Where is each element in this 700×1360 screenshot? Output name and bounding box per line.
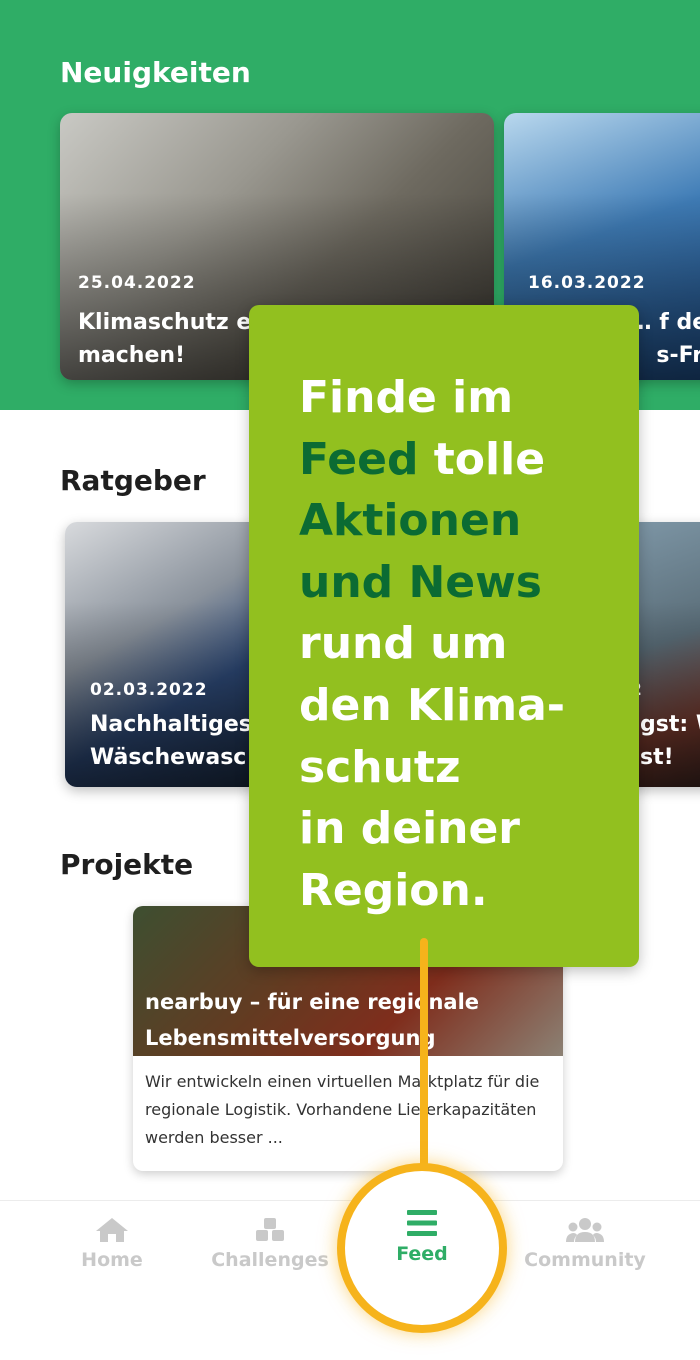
guide-headline: Nachhaltiges Wäschewasc (90, 708, 265, 774)
guide-card[interactable]: 02.03.2022 Nachhaltiges Wäschewasc (65, 522, 265, 787)
menu-icon (407, 1210, 437, 1236)
tooltip-line: in deiner (299, 803, 521, 855)
guide-section-title: Ratgeber (60, 464, 206, 497)
home-icon (96, 1218, 128, 1242)
tooltip-line: Finde im (299, 372, 514, 423)
tooltip-connector (420, 938, 428, 1178)
tooltip-highlight: Feed (299, 433, 419, 485)
nav-home[interactable]: Home (62, 1217, 162, 1271)
guide-headline-line: Wäschewasc (90, 745, 247, 770)
news-date: 16.03.2022 (528, 273, 646, 293)
cubes-icon (256, 1218, 284, 1241)
project-description: Wir entwickeln einen virtuellen Marktpla… (145, 1072, 540, 1147)
tooltip-highlight-line: und News (299, 556, 542, 608)
nav-feed-highlight[interactable]: Feed (337, 1163, 507, 1333)
tooltip-line: Region. (299, 864, 488, 916)
nav-challenges-label: Challenges (211, 1249, 329, 1271)
tooltip-text-part: tolle (418, 433, 546, 485)
news-date: 25.04.2022 (78, 273, 196, 293)
nav-community[interactable]: Community (515, 1217, 655, 1271)
tooltip-line: Feed tolle (299, 429, 619, 491)
tooltip-line: den Klima- (299, 679, 566, 731)
projects-section-title: Projekte (60, 848, 194, 881)
nav-feed-label: Feed (396, 1243, 448, 1265)
guide-headline: gst: W st! (640, 708, 700, 774)
nav-challenges[interactable]: Challenges (205, 1217, 335, 1271)
onboarding-tooltip: Finde im Feed tolle Aktionen und News ru… (249, 305, 639, 967)
tooltip-message: Finde im Feed tolle Aktionen und News ru… (299, 367, 619, 921)
users-icon (566, 1218, 604, 1242)
project-title: nearbuy – für eine regionale Lebensmitte… (145, 990, 480, 1050)
news-section-title: Neuigkeiten (60, 56, 251, 89)
tooltip-line: schutz (299, 741, 461, 793)
nav-community-label: Community (524, 1249, 646, 1271)
nav-feed[interactable]: Feed (345, 1209, 499, 1265)
nav-home-label: Home (81, 1249, 143, 1271)
guide-date: 02.03.2022 (90, 680, 208, 700)
guide-headline-line: Nachhaltiges (90, 712, 252, 737)
guide-headline-line: gst: W (640, 712, 700, 737)
guide-headline-line: st! (640, 745, 674, 770)
tooltip-line: rund um (299, 618, 508, 670)
tooltip-highlight-line: Aktionen (299, 495, 522, 547)
